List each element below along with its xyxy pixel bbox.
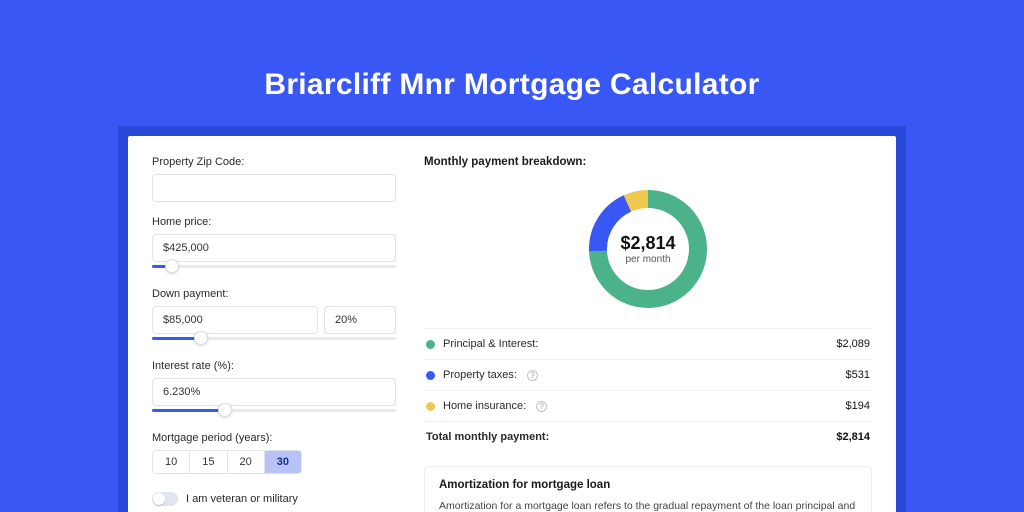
down-payment-pct-input[interactable] — [324, 306, 396, 334]
breakdown-total-label: Total monthly payment: — [426, 431, 549, 443]
amortization-text: Amortization for a mortgage loan refers … — [439, 499, 857, 512]
breakdown-rows: Principal & Interest: $2,089 Property taxe… — [424, 328, 872, 452]
home-price-input[interactable] — [152, 234, 396, 262]
zip-field: Property Zip Code: — [152, 156, 396, 202]
legend-dot — [426, 371, 435, 380]
breakdown-row: Property taxes:? $531 — [424, 360, 872, 391]
breakdown-item-value: $2,089 — [836, 338, 870, 350]
veteran-toggle[interactable] — [152, 492, 178, 506]
breakdown-item-label: Property taxes: — [443, 369, 517, 381]
calculator-panel: Property Zip Code: Home price: Down paym… — [128, 136, 896, 512]
breakdown-item-value: $194 — [846, 400, 870, 412]
breakdown-item-value: $531 — [846, 369, 870, 381]
interest-rate-label: Interest rate (%): — [152, 360, 396, 372]
breakdown-column: Monthly payment breakdown: $2,814 per mo… — [424, 156, 872, 512]
home-price-slider[interactable] — [152, 260, 396, 274]
home-price-label: Home price: — [152, 216, 396, 228]
interest-rate-slider[interactable] — [152, 404, 396, 418]
interest-rate-field: Interest rate (%): — [152, 360, 396, 418]
breakdown-row: Principal & Interest: $2,089 — [424, 329, 872, 360]
legend-dot — [426, 402, 435, 411]
info-icon[interactable]: ? — [527, 370, 538, 381]
donut-area: $2,814 per month — [424, 176, 872, 328]
veteran-row: I am veteran or military — [152, 492, 396, 506]
home-price-field: Home price: — [152, 216, 396, 274]
breakdown-total-row: Total monthly payment: $2,814 — [424, 422, 872, 452]
breakdown-total-value: $2,814 — [836, 431, 870, 443]
donut-chart: $2,814 per month — [583, 184, 713, 314]
period-field: Mortgage period (years): 10152030 — [152, 432, 396, 474]
down-payment-field: Down payment: — [152, 288, 396, 346]
breakdown-item-label: Principal & Interest: — [443, 338, 538, 350]
breakdown-title: Monthly payment breakdown: — [424, 156, 872, 168]
breakdown-item-label: Home insurance: — [443, 400, 526, 412]
info-icon[interactable]: ? — [536, 401, 547, 412]
breakdown-row: Home insurance:? $194 — [424, 391, 872, 422]
veteran-label: I am veteran or military — [186, 493, 298, 505]
content-band: Property Zip Code: Home price: Down paym… — [118, 126, 906, 512]
down-payment-label: Down payment: — [152, 288, 396, 300]
interest-rate-input[interactable] — [152, 378, 396, 406]
period-option-15[interactable]: 15 — [190, 451, 227, 473]
page-title: Briarcliff Mnr Mortgage Calculator — [0, 0, 1024, 102]
period-label: Mortgage period (years): — [152, 432, 396, 444]
down-payment-input[interactable] — [152, 306, 318, 334]
period-option-10[interactable]: 10 — [153, 451, 190, 473]
zip-label: Property Zip Code: — [152, 156, 396, 168]
amortization-title: Amortization for mortgage loan — [439, 479, 857, 491]
donut-value: $2,814 — [620, 233, 675, 254]
period-segmented: 10152030 — [152, 450, 302, 474]
amortization-card: Amortization for mortgage loan Amortizat… — [424, 466, 872, 512]
period-option-30[interactable]: 30 — [265, 451, 301, 473]
form-column: Property Zip Code: Home price: Down paym… — [152, 156, 396, 512]
zip-input[interactable] — [152, 174, 396, 202]
period-option-20[interactable]: 20 — [228, 451, 265, 473]
down-payment-slider[interactable] — [152, 332, 396, 346]
donut-sub: per month — [625, 254, 670, 265]
legend-dot — [426, 340, 435, 349]
